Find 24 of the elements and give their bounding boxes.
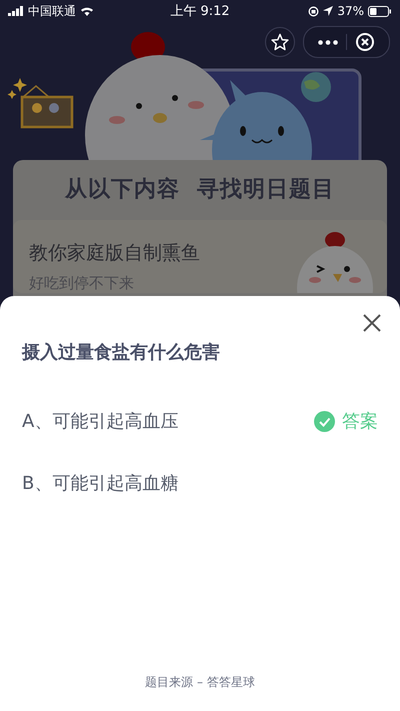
favorite-button[interactable] <box>265 27 295 57</box>
answer-option[interactable]: A、可能引起高血压 答案 <box>0 390 400 452</box>
more-icon <box>318 40 338 44</box>
carrier-name: 中国联通 <box>28 2 76 20</box>
source-footer: 题目来源 – 答答星球 <box>145 675 255 689</box>
card-heading: 从以下内容 寻找明日题目 <box>64 176 336 204</box>
star-icon <box>271 33 289 51</box>
status-time: 上午 9:12 <box>170 4 230 19</box>
location-arrow-icon <box>323 6 334 16</box>
wifi-icon <box>80 6 94 16</box>
answer-option[interactable]: B、可能引起高血糖 <box>0 452 400 514</box>
close-button[interactable] <box>361 312 383 334</box>
battery-percent: 37% <box>337 4 364 18</box>
question-text: 摄入过量食盐有什么危害 <box>22 341 221 364</box>
answer-label: 答案 <box>342 410 378 433</box>
close-icon <box>355 32 375 52</box>
medal-frame-drawing <box>20 85 74 128</box>
planet-drawing <box>301 72 331 102</box>
rotation-lock-icon <box>308 6 320 16</box>
close-icon <box>363 314 381 332</box>
signal-icon <box>8 6 24 16</box>
article-title: 教你家庭版自制熏鱼 <box>29 241 201 266</box>
battery-icon <box>368 6 392 16</box>
sparkle-icon <box>8 78 27 99</box>
